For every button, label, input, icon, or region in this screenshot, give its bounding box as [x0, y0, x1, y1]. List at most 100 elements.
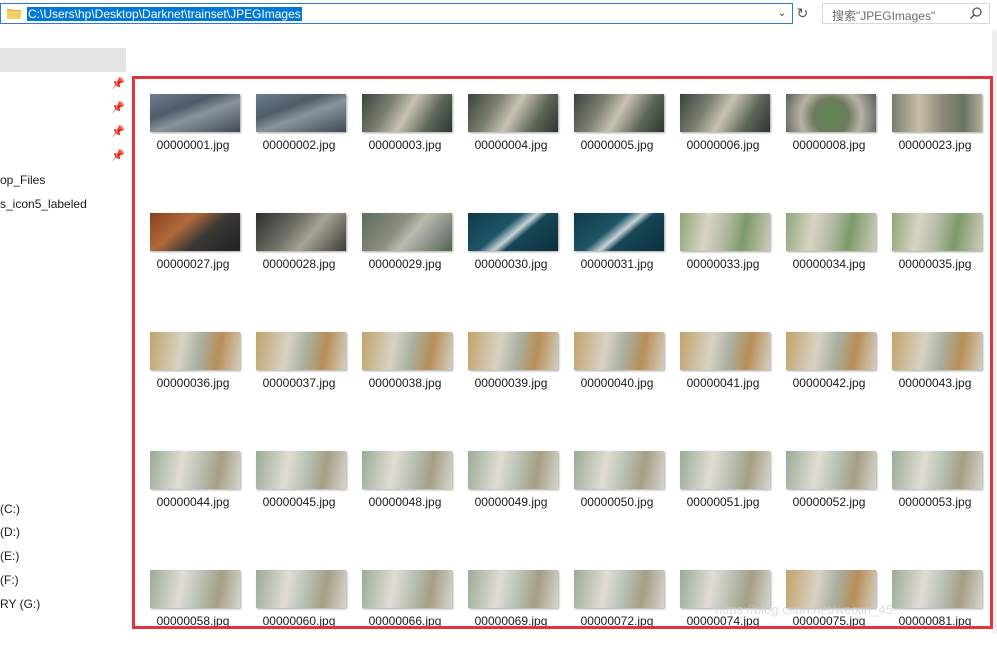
file-tile[interactable]: 00000003.jpg [352, 82, 458, 194]
file-name[interactable]: 00000039.jpg [458, 376, 564, 390]
file-tile[interactable]: 00000028.jpg [246, 201, 352, 313]
file-name[interactable]: 00000058.jpg [140, 614, 246, 628]
file-name[interactable]: 00000041.jpg [670, 376, 776, 390]
file-tile[interactable]: 00000041.jpg [670, 320, 776, 432]
file-thumbnail[interactable] [468, 451, 558, 489]
file-thumbnail[interactable] [786, 213, 876, 251]
file-name[interactable]: 00000048.jpg [352, 495, 458, 509]
scrollbar[interactable] [992, 30, 997, 633]
pin-icon[interactable]: 📌 [111, 78, 125, 90]
file-thumbnail[interactable] [468, 332, 558, 370]
file-thumbnail[interactable] [468, 94, 558, 132]
file-tile[interactable]: 00000034.jpg [776, 201, 882, 313]
file-tile[interactable]: 00000040.jpg [564, 320, 670, 432]
file-tile[interactable]: 00000030.jpg [458, 201, 564, 313]
file-tile[interactable]: 00000036.jpg [140, 320, 246, 432]
nav-selected-item[interactable] [0, 48, 126, 72]
file-tile[interactable]: 00000069.jpg [458, 558, 564, 670]
file-thumbnail[interactable] [680, 451, 770, 489]
file-tile[interactable]: 00000002.jpg [246, 82, 352, 194]
file-tile[interactable]: 00000037.jpg [246, 320, 352, 432]
file-thumbnail[interactable] [892, 213, 982, 251]
file-name[interactable]: 00000036.jpg [140, 376, 246, 390]
file-thumbnail[interactable] [256, 94, 346, 132]
file-tile[interactable]: 00000038.jpg [352, 320, 458, 432]
file-tile[interactable]: 00000008.jpg [776, 82, 882, 194]
file-thumbnail[interactable] [574, 94, 664, 132]
file-tile[interactable]: 00000035.jpg [882, 201, 988, 313]
address-path[interactable]: C:\Users\hp\Desktop\Darknet\trainset\JPE… [27, 7, 302, 21]
file-name[interactable]: 00000027.jpg [140, 257, 246, 271]
file-thumbnail[interactable] [892, 332, 982, 370]
file-thumbnail[interactable] [786, 451, 876, 489]
file-tile[interactable]: 00000052.jpg [776, 439, 882, 551]
file-name[interactable]: 00000008.jpg [776, 138, 882, 152]
file-tile[interactable]: 00000053.jpg [882, 439, 988, 551]
file-name[interactable]: 00000052.jpg [776, 495, 882, 509]
file-thumbnail[interactable] [150, 94, 240, 132]
file-thumbnail[interactable] [150, 332, 240, 370]
file-name[interactable]: 00000031.jpg [564, 257, 670, 271]
file-tile[interactable]: 00000048.jpg [352, 439, 458, 551]
file-name[interactable]: 00000045.jpg [246, 495, 352, 509]
file-thumbnail[interactable] [150, 213, 240, 251]
file-name[interactable]: 00000005.jpg [564, 138, 670, 152]
file-thumbnail[interactable] [256, 451, 346, 489]
file-tile[interactable]: 00000033.jpg [670, 201, 776, 313]
file-tile[interactable]: 00000027.jpg [140, 201, 246, 313]
file-name[interactable]: 00000037.jpg [246, 376, 352, 390]
file-name[interactable]: 00000033.jpg [670, 257, 776, 271]
file-name[interactable]: 00000023.jpg [882, 138, 988, 152]
file-thumbnail[interactable] [786, 94, 876, 132]
file-thumbnail[interactable] [680, 94, 770, 132]
file-name[interactable]: 00000069.jpg [458, 614, 564, 628]
address-bar[interactable]: C:\Users\hp\Desktop\Darknet\trainset\JPE… [0, 3, 793, 24]
nav-item-drive-c[interactable]: (C:) [0, 501, 20, 517]
nav-item-drive-g[interactable]: RY (G:) [0, 596, 40, 612]
file-thumbnail[interactable] [256, 570, 346, 608]
file-name[interactable]: 00000072.jpg [564, 614, 670, 628]
file-thumbnail[interactable] [362, 213, 452, 251]
file-thumbnail[interactable] [362, 451, 452, 489]
file-thumbnail[interactable] [468, 570, 558, 608]
file-tile[interactable]: 00000050.jpg [564, 439, 670, 551]
file-thumbnail[interactable] [574, 213, 664, 251]
file-name[interactable]: 00000051.jpg [670, 495, 776, 509]
file-thumbnail[interactable] [150, 570, 240, 608]
file-tile[interactable]: 00000042.jpg [776, 320, 882, 432]
nav-item-drive-f[interactable]: (F:) [0, 572, 19, 588]
file-thumbnail[interactable] [150, 451, 240, 489]
file-tile[interactable]: 00000031.jpg [564, 201, 670, 313]
file-thumbnail[interactable] [892, 570, 982, 608]
file-tile[interactable]: 00000004.jpg [458, 82, 564, 194]
file-name[interactable]: 00000053.jpg [882, 495, 988, 509]
file-tile[interactable]: 00000051.jpg [670, 439, 776, 551]
file-tile[interactable]: 00000044.jpg [140, 439, 246, 551]
file-name[interactable]: 00000044.jpg [140, 495, 246, 509]
file-name[interactable]: 00000038.jpg [352, 376, 458, 390]
file-tile[interactable]: 00000060.jpg [246, 558, 352, 670]
file-name[interactable]: 00000003.jpg [352, 138, 458, 152]
file-thumbnail[interactable] [786, 332, 876, 370]
file-tile[interactable]: 00000006.jpg [670, 82, 776, 194]
file-tile[interactable]: 00000001.jpg [140, 82, 246, 194]
file-thumbnail[interactable] [892, 451, 982, 489]
file-name[interactable]: 00000066.jpg [352, 614, 458, 628]
nav-item-icon5-labeled[interactable]: s_icon5_labeled [0, 196, 87, 212]
file-thumbnail[interactable] [680, 213, 770, 251]
file-name[interactable]: 00000043.jpg [882, 376, 988, 390]
file-thumbnail[interactable] [574, 570, 664, 608]
file-name[interactable]: 00000060.jpg [246, 614, 352, 628]
file-name[interactable]: 00000001.jpg [140, 138, 246, 152]
refresh-icon[interactable]: ↻ [793, 3, 812, 24]
file-tile[interactable]: 00000023.jpg [882, 82, 988, 194]
file-tile[interactable]: 00000039.jpg [458, 320, 564, 432]
file-name[interactable]: 00000042.jpg [776, 376, 882, 390]
file-name[interactable]: 00000040.jpg [564, 376, 670, 390]
file-thumbnail[interactable] [256, 332, 346, 370]
file-tile[interactable]: 00000072.jpg [564, 558, 670, 670]
file-tile[interactable]: 00000066.jpg [352, 558, 458, 670]
file-thumbnail[interactable] [680, 332, 770, 370]
file-thumbnail[interactable] [574, 332, 664, 370]
nav-item-drive-d[interactable]: (D:) [0, 524, 20, 540]
